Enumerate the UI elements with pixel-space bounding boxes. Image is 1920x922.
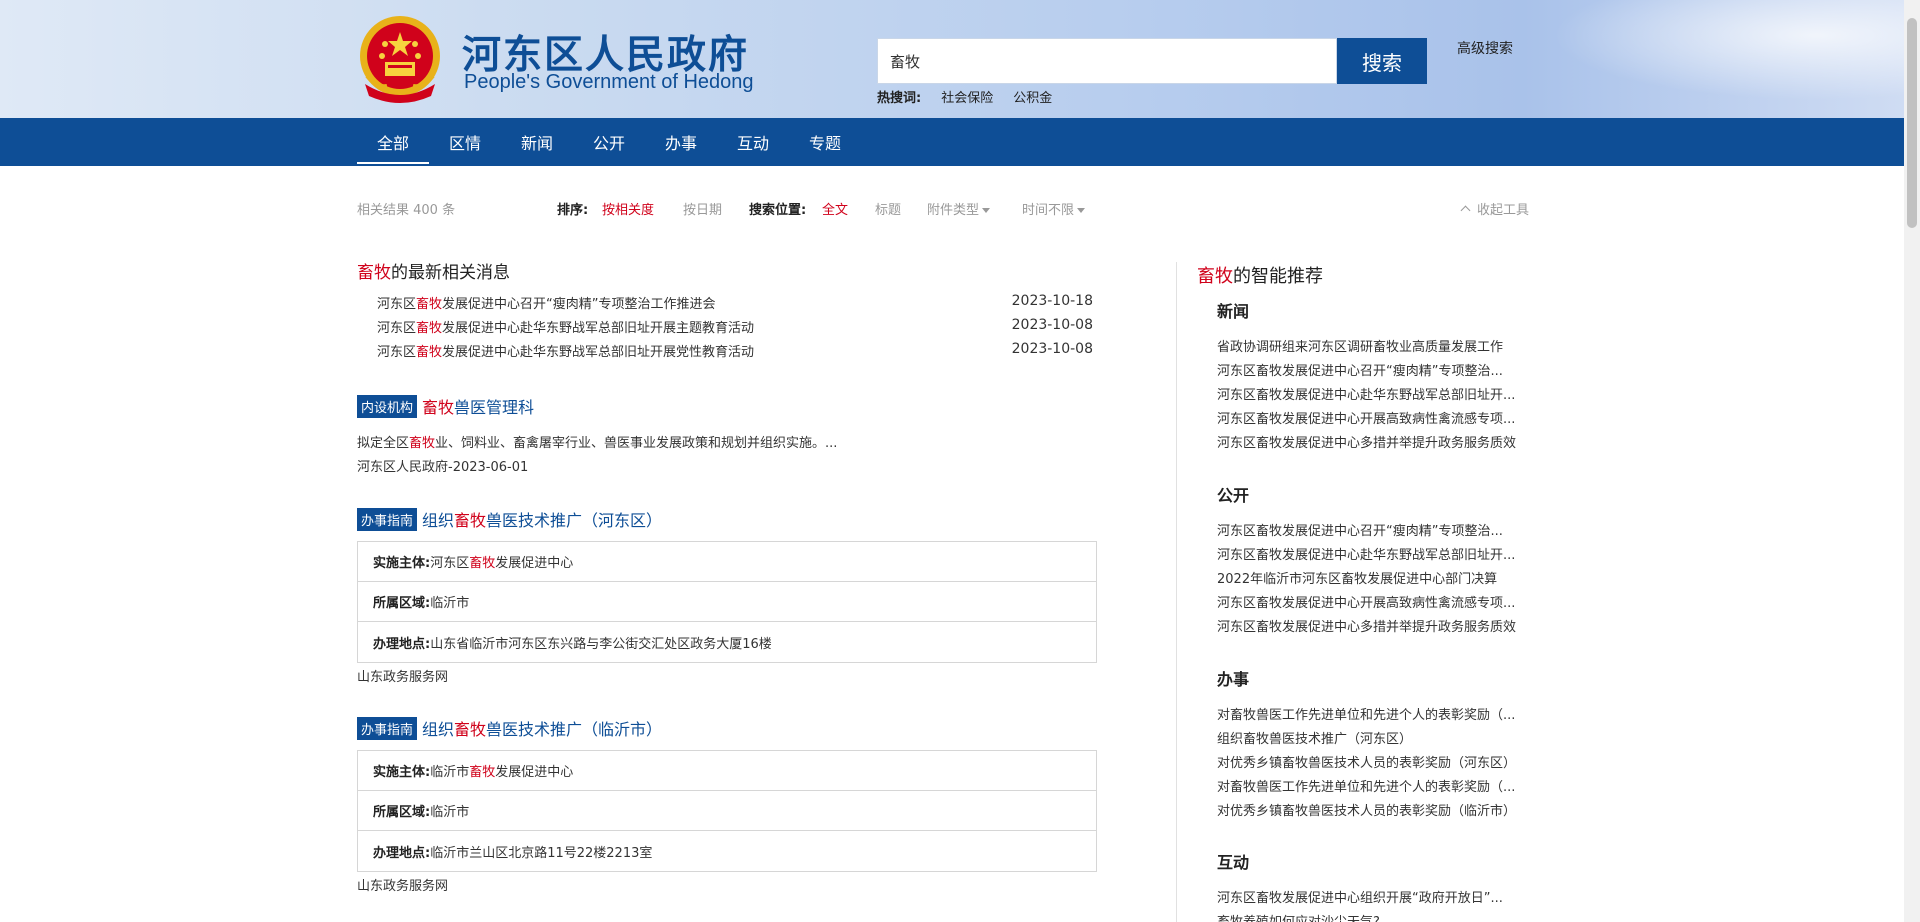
- search-input[interactable]: [878, 39, 1336, 83]
- result-count: 相关结果 400 条: [357, 203, 456, 218]
- position-title[interactable]: 标题: [875, 199, 901, 218]
- recommend-link[interactable]: 河东区畜牧发展促进中心组织开展“政府开放日”...: [1217, 887, 1539, 911]
- result-tag: 内设机构: [357, 394, 418, 418]
- recommend-group-heading: 公开: [1217, 486, 1250, 505]
- recommend-link[interactable]: 河东区畜牧发展促进中心赴华东野战军总部旧址开...: [1217, 384, 1539, 408]
- recommend-link[interactable]: 河东区畜牧发展促进中心召开“瘦肉精”专项整治...: [1217, 360, 1539, 384]
- info-row: 所属区域: 临沂市: [358, 791, 1096, 831]
- search-box: [877, 38, 1337, 84]
- search-button[interactable]: 搜索: [1337, 38, 1427, 84]
- national-emblem-icon[interactable]: [357, 14, 443, 104]
- info-row: 所属区域: 临沂市: [358, 582, 1096, 622]
- recommend-link[interactable]: 对优秀乡镇畜牧兽医技术人员的表彰奖励（河东区）: [1217, 752, 1539, 776]
- recommend-group-heading: 新闻: [1217, 302, 1250, 321]
- sort-by-relevance[interactable]: 按相关度: [602, 199, 654, 218]
- hot-search-label: 热搜词:: [877, 91, 922, 106]
- recommend-group-services: 办事 对畜牧兽医工作先进单位和先进个人的表彰奖励（... 组织畜牧兽医技术推广（…: [1217, 664, 1547, 824]
- result-source: 河东区人民政府-2023-06-01: [357, 460, 529, 475]
- info-row: 办理地点: 临沂市兰山区北京路11号22楼2213室: [373, 845, 653, 861]
- hot-search-words: 热搜词: 社会保险 公积金: [877, 87, 1052, 106]
- recommend-link[interactable]: 省政协调研组来河东区调研畜牧业高质量发展工作: [1217, 336, 1539, 360]
- info-row: 实施主体: 河东区 畜牧 发展促进中心: [358, 542, 1096, 582]
- news-date: 2023-10-08: [1011, 341, 1093, 357]
- recommend-link[interactable]: 畜牧养殖如何应对沙尘天气?: [1217, 911, 1539, 922]
- latest-news-list: 河东区畜牧发展促进中心召开“瘦肉精”专项整治工作推进会 2023-10-18 河…: [377, 293, 1093, 365]
- column-divider: [1176, 262, 1177, 922]
- position-full-text[interactable]: 全文: [822, 199, 848, 218]
- collapse-tools-button[interactable]: 收起工具: [1460, 199, 1529, 218]
- latest-news-title: 畜牧的最新相关消息: [357, 263, 510, 283]
- nav-tab-public[interactable]: 公开: [573, 118, 645, 166]
- news-item[interactable]: 河东区畜牧发展促进中心赴华东野战军总部旧址开展党性教育活动 2023-10-08: [377, 341, 1093, 365]
- result-source: 山东政务服务网: [357, 670, 449, 685]
- header-decoration: [1480, 0, 1904, 118]
- site-header: 河东区人民政府 People's Government of Hedong 搜索…: [0, 0, 1904, 118]
- result-description: 拟定全区畜牧业、饲料业、畜禽屠宰行业、兽医事业发展政策和规划并组织实施。...: [357, 436, 838, 451]
- recommend-group-news: 新闻 省政协调研组来河东区调研畜牧业高质量发展工作 河东区畜牧发展促进中心召开“…: [1217, 296, 1547, 456]
- caret-down-icon: [982, 208, 991, 213]
- recommend-title: 畜牧的智能推荐: [1197, 266, 1323, 287]
- nav-tab-interaction[interactable]: 互动: [717, 118, 789, 166]
- recommend-group-heading: 办事: [1217, 670, 1250, 689]
- sort-label: 排序:: [557, 203, 589, 218]
- chevron-up-icon: [1460, 205, 1471, 216]
- recommend-link[interactable]: 河东区畜牧发展促进中心多措并举提升政务服务质效: [1217, 432, 1539, 456]
- site-subtitle: People's Government of Hedong: [464, 71, 754, 93]
- time-limit-dropdown[interactable]: 时间不限: [1022, 199, 1086, 218]
- recommend-link[interactable]: 河东区畜牧发展促进中心开展高致病性禽流感专项...: [1217, 408, 1539, 432]
- recommend-link[interactable]: 河东区畜牧发展促进中心赴华东野战军总部旧址开...: [1217, 544, 1539, 568]
- hot-word-link[interactable]: 公积金: [1013, 87, 1052, 106]
- hot-word-link[interactable]: 社会保险: [941, 87, 993, 106]
- sort-by-date[interactable]: 按日期: [683, 199, 722, 218]
- recommend-link[interactable]: 2022年临沂市河东区畜牧发展促进中心部门决算: [1217, 568, 1539, 592]
- result-tag: 办事指南: [357, 716, 418, 740]
- recommend-group-heading: 互动: [1217, 853, 1250, 872]
- nav-tab-topics[interactable]: 专题: [789, 118, 861, 166]
- caret-down-icon: [1077, 208, 1086, 213]
- info-row: 办理地点: 山东省临沂市河东区东兴路与李公街交汇处区政务大厦16楼: [373, 636, 772, 652]
- recommend-link[interactable]: 河东区畜牧发展促进中心召开“瘦肉精”专项整治...: [1217, 520, 1539, 544]
- news-item[interactable]: 河东区畜牧发展促进中心赴华东野战军总部旧址开展主题教育活动 2023-10-08: [377, 317, 1093, 341]
- service-info-table: 实施主体: 临沂市 畜牧 发展促进中心 所属区域: 临沂市 办理地点: 临沂市兰山区北京路…: [357, 750, 1097, 872]
- news-date: 2023-10-08: [1011, 317, 1093, 333]
- scrollbar-thumb[interactable]: [1907, 18, 1917, 228]
- result-tag: 办事指南: [357, 507, 418, 531]
- result-title-link[interactable]: 办事指南 组织畜牧兽医技术推广（临沂市）: [357, 716, 662, 740]
- recommend-link[interactable]: 对畜牧兽医工作先进单位和先进个人的表彰奖励（...: [1217, 776, 1539, 800]
- main-nav: 全部 区情 新闻 公开 办事 互动 专题: [0, 118, 1904, 166]
- result-title-link[interactable]: 内设机构 畜牧兽医管理科: [357, 394, 534, 418]
- recommend-group-interaction: 互动 河东区畜牧发展促进中心组织开展“政府开放日”... 畜牧养殖如何应对沙尘天…: [1217, 847, 1547, 922]
- nav-tab-all[interactable]: 全部: [357, 118, 429, 166]
- page-scrollbar[interactable]: [1904, 0, 1920, 922]
- search-toolbar: 相关结果 400 条 排序: 按相关度 按日期 搜索位置: 全文 标题 附件类型…: [357, 199, 1537, 219]
- recommend-link[interactable]: 河东区畜牧发展促进中心开展高致病性禽流感专项...: [1217, 592, 1539, 616]
- result-title-link[interactable]: 办事指南 组织畜牧兽医技术推广（河东区）: [357, 507, 662, 531]
- recommend-link[interactable]: 对优秀乡镇畜牧兽医技术人员的表彰奖励（临沂市）: [1217, 800, 1539, 824]
- recommend-link[interactable]: 对畜牧兽医工作先进单位和先进个人的表彰奖励（...: [1217, 704, 1539, 728]
- news-date: 2023-10-18: [1011, 293, 1093, 309]
- info-row: 实施主体: 临沂市 畜牧 发展促进中心: [358, 751, 1096, 791]
- nav-tab-services[interactable]: 办事: [645, 118, 717, 166]
- news-item[interactable]: 河东区畜牧发展促进中心召开“瘦肉精”专项整治工作推进会 2023-10-18: [377, 293, 1093, 317]
- nav-tab-overview[interactable]: 区情: [429, 118, 501, 166]
- search-position-label: 搜索位置:: [749, 203, 807, 218]
- recommend-group-public: 公开 河东区畜牧发展促进中心召开“瘦肉精”专项整治... 河东区畜牧发展促进中心…: [1217, 480, 1547, 640]
- recommend-link[interactable]: 河东区畜牧发展促进中心多措并举提升政务服务质效: [1217, 616, 1539, 640]
- attachment-type-dropdown[interactable]: 附件类型: [927, 199, 991, 218]
- result-source: 山东政务服务网: [357, 879, 449, 894]
- nav-tab-news[interactable]: 新闻: [501, 118, 573, 166]
- advanced-search-link[interactable]: 高级搜索: [1457, 38, 1513, 58]
- service-info-table: 实施主体: 河东区 畜牧 发展促进中心 所属区域: 临沂市 办理地点: 山东省临沂市河东区…: [357, 541, 1097, 663]
- recommend-link[interactable]: 组织畜牧兽医技术推广（河东区）: [1217, 728, 1539, 752]
